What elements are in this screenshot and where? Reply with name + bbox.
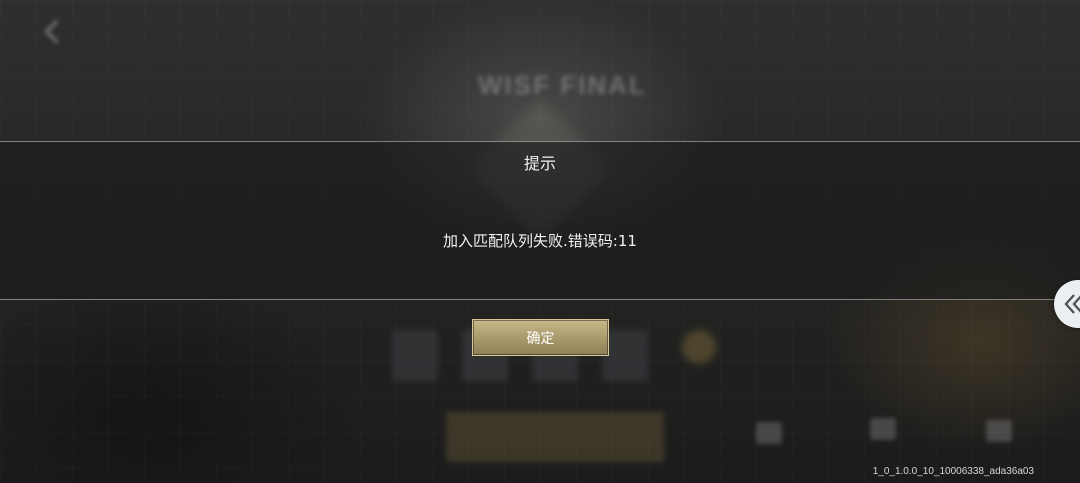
dialog-title: 提示 (523, 154, 556, 173)
confirm-button[interactable]: 确定 (472, 319, 609, 356)
double-chevron-left-icon (1064, 294, 1080, 314)
version-string: 1_0_1.0.0_10_10006338_ada36a03 (872, 466, 1034, 477)
alert-dialog: 提示 加入匹配队列失败.错误码:11 (0, 141, 1080, 300)
dialog-message: 加入匹配队列失败.错误码:11 (443, 232, 637, 250)
